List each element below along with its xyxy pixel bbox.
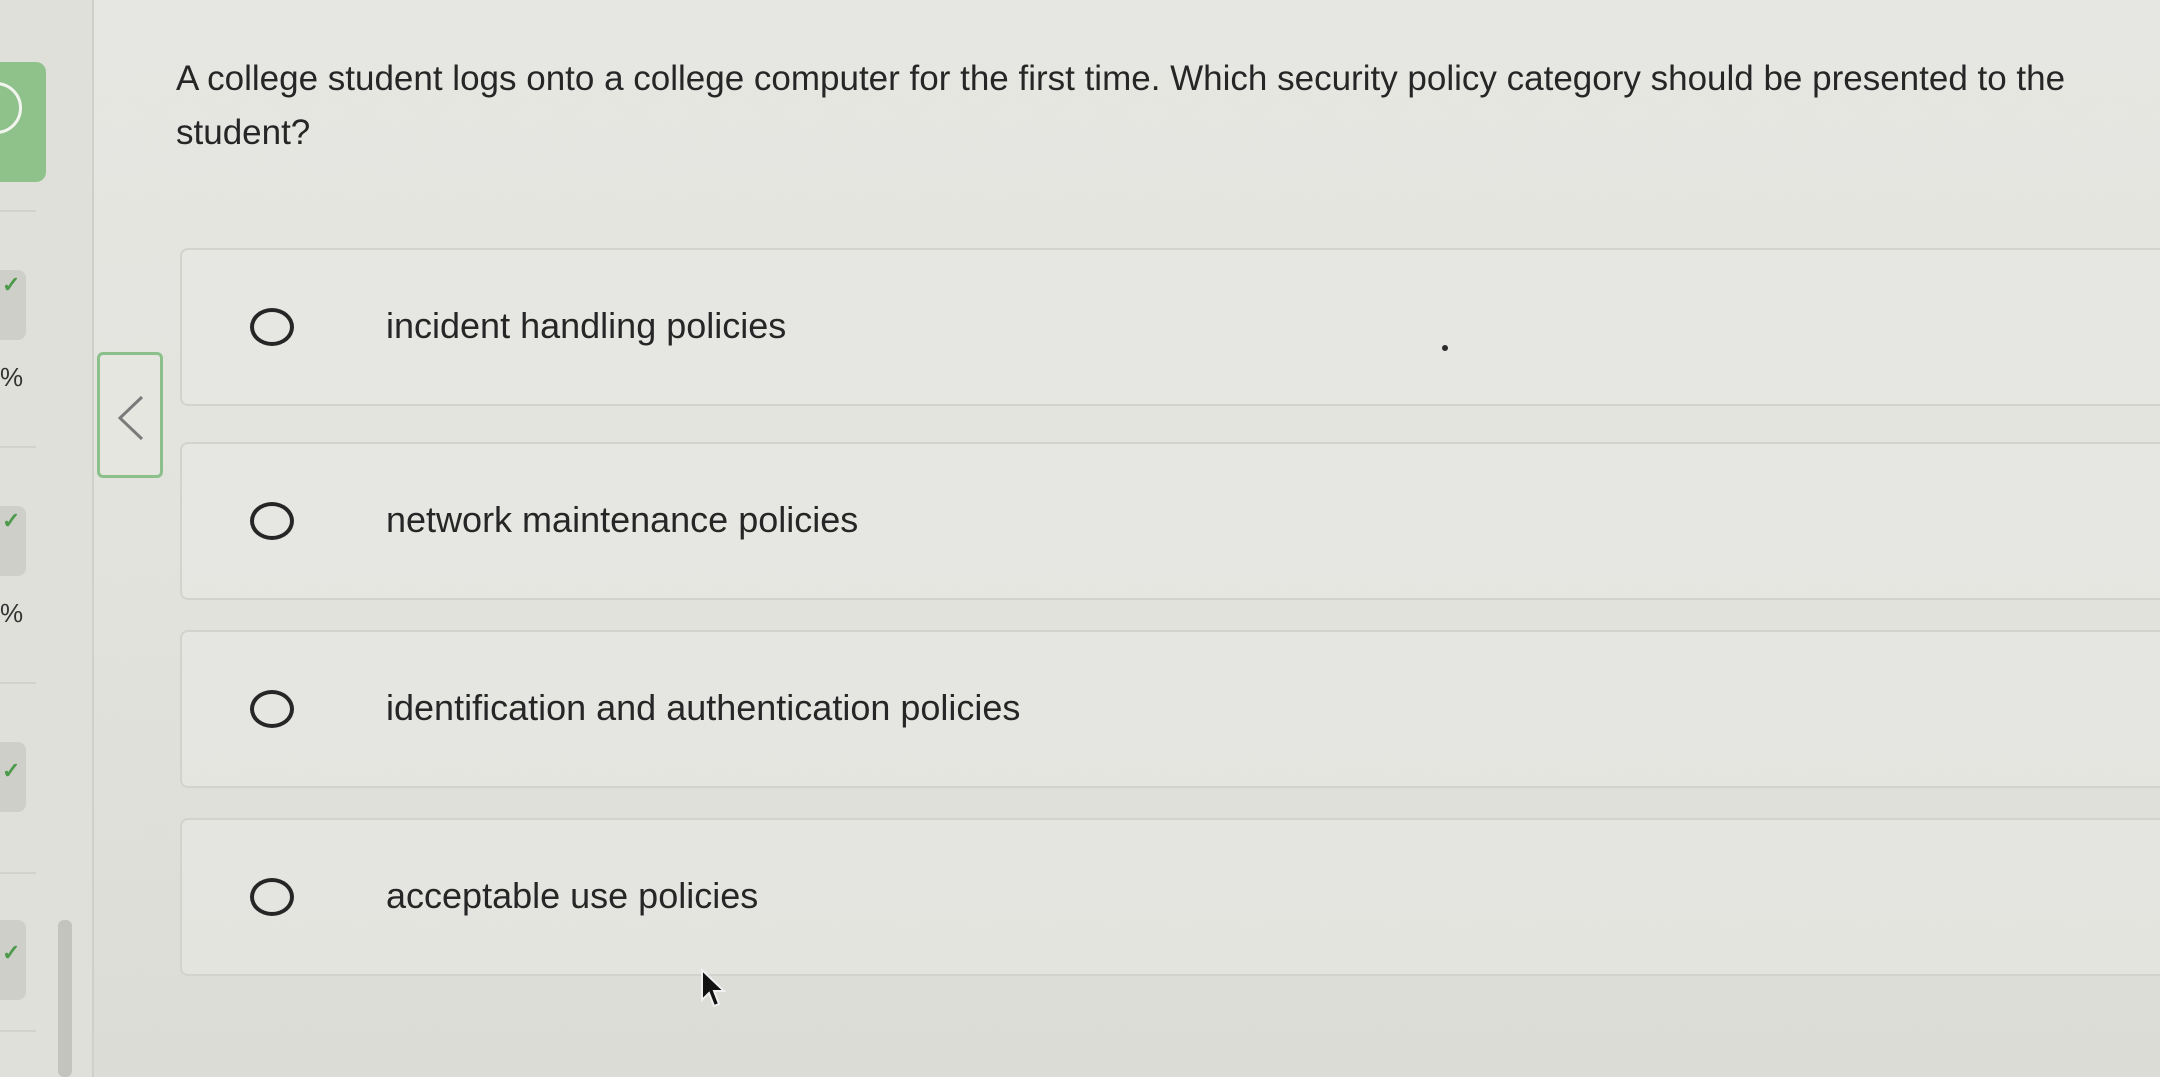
answer-option[interactable]: acceptable use policies [180, 818, 2160, 976]
check-icon: ✓ [2, 508, 21, 533]
mouse-pointer-icon [701, 968, 727, 1008]
answer-option-label: network maintenance policies [386, 499, 859, 540]
radio-unchecked-icon[interactable] [250, 308, 294, 346]
sidebar-progress-percent: % [0, 362, 24, 392]
answer-option-label: identification and authentication polici… [386, 687, 1021, 728]
answer-option-label: incident handling policies [386, 305, 787, 346]
answer-option-label: acceptable use policies [386, 875, 759, 916]
chevron-left-icon [117, 395, 144, 441]
sidebar-scrollbar[interactable] [58, 920, 72, 1077]
check-icon: ✓ [2, 272, 21, 297]
sidebar-progress-percent: % [0, 598, 24, 628]
sidebar-divider [0, 682, 36, 684]
screen-speck [1442, 345, 1448, 351]
sidebar-divider [0, 210, 36, 212]
check-icon: ✓ [2, 940, 21, 965]
sidebar-divider [0, 446, 36, 448]
check-icon: ✓ [2, 758, 21, 783]
answer-option[interactable]: network maintenance policies [180, 442, 2160, 600]
answer-option[interactable]: incident handling policies [180, 248, 2160, 406]
answer-option[interactable]: identification and authentication polici… [180, 630, 2160, 788]
radio-unchecked-icon[interactable] [250, 878, 294, 916]
radio-unchecked-icon[interactable] [250, 690, 294, 728]
sidebar-divider [0, 1030, 36, 1032]
radio-unchecked-icon[interactable] [250, 502, 294, 540]
sidebar-divider [0, 872, 36, 874]
collapse-sidebar-button[interactable] [97, 352, 163, 478]
course-sidebar: ✓ % ✓ % ✓ ✓ [0, 0, 94, 1077]
question-text: A college student logs onto a college co… [176, 59, 2066, 152]
